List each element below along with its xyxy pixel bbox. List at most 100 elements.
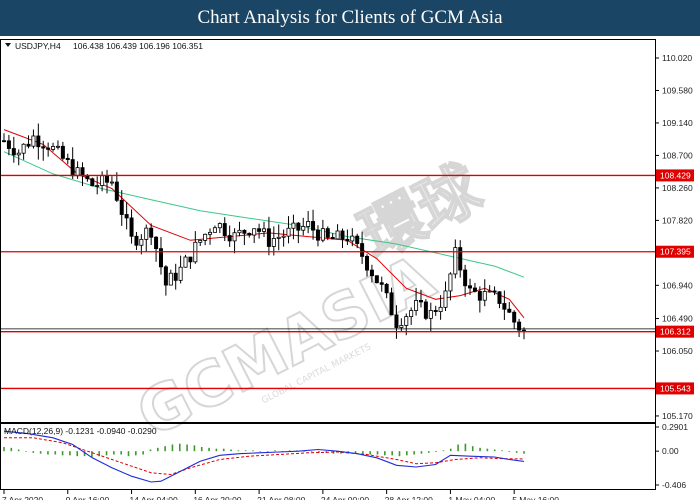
- macd-histogram-bar: [222, 448, 225, 452]
- candle-body: [330, 237, 335, 240]
- time-axis: 7 Apr 2020 9 Apr 16:00 14 Apr 04:00 16 Apr …: [2, 490, 559, 500]
- candle-body: [296, 222, 301, 231]
- candle-body: [85, 175, 90, 180]
- candle-body: [350, 235, 355, 242]
- macd-histogram-bar: [76, 451, 79, 457]
- macd-histogram-bar: [274, 450, 276, 452]
- candle-body: [325, 228, 330, 238]
- candle-body: [208, 231, 213, 235]
- candle-body: [149, 227, 154, 238]
- candle-body: [129, 217, 134, 237]
- macd-histogram-bar: [266, 451, 269, 452]
- candle-body: [502, 303, 507, 310]
- macd-histogram-bar: [442, 450, 445, 452]
- candle-body: [46, 147, 51, 150]
- time-tick-label: 9 Apr 16:00: [66, 495, 110, 500]
- time-tick-label: 1 May 04:00: [448, 495, 495, 500]
- candle-body: [75, 167, 80, 177]
- macd-histogram-bar: [420, 451, 423, 454]
- macd-histogram-bar: [515, 451, 518, 453]
- macd-histogram-bar: [171, 444, 174, 452]
- price-tick-label: 108.700: [662, 150, 693, 160]
- macd-histogram-bar: [32, 451, 35, 453]
- candle-body: [487, 290, 492, 293]
- macd-histogram-bar: [384, 451, 386, 456]
- macd-indicator: [3, 430, 525, 483]
- candle-body: [173, 272, 178, 281]
- price-axis: 110.020 109.580 109.140 108.700 108.260 107.8…: [655, 53, 693, 421]
- macd-histogram-bar: [435, 451, 437, 453]
- candle-body: [90, 178, 95, 187]
- candle-body: [163, 266, 168, 286]
- candle-body: [497, 291, 502, 304]
- candle-body: [168, 272, 173, 286]
- candle-body: [261, 228, 266, 232]
- candle-body: [271, 238, 276, 247]
- candle-body: [512, 311, 517, 323]
- price-tick-label: 108.260: [662, 183, 693, 193]
- collapse-triangle-icon[interactable]: [5, 43, 11, 47]
- candle-body: [423, 301, 428, 319]
- candle-body: [394, 314, 399, 328]
- candle-body: [374, 275, 379, 284]
- candle-body: [70, 159, 75, 177]
- candle-body: [60, 145, 65, 159]
- candle-body: [492, 290, 497, 293]
- candle-body: [355, 235, 360, 244]
- macd-histogram-bar: [69, 451, 71, 456]
- price-tick-label: 109.580: [662, 85, 693, 95]
- candle-body: [154, 236, 159, 250]
- macd-histogram-bar: [406, 451, 408, 456]
- macd-histogram-bar: [39, 451, 42, 454]
- candle-body: [114, 181, 119, 201]
- macd-histogram-bar: [208, 447, 210, 452]
- candle-body: [100, 175, 105, 186]
- macd-histogram-bar: [310, 451, 313, 452]
- candle-body: [463, 269, 468, 287]
- candle-body: [11, 148, 16, 156]
- level-tag-label: 107.395: [660, 247, 691, 257]
- candle-body: [36, 135, 41, 148]
- candle-body: [242, 229, 247, 234]
- candle-body: [482, 291, 487, 301]
- candle-body: [468, 285, 473, 289]
- time-tick-label: 28 Apr 12:00: [385, 495, 433, 500]
- candle-body: [247, 232, 252, 236]
- macd-histogram-bar: [186, 444, 188, 452]
- macd-tick-label: -0.406: [662, 480, 686, 490]
- gcm-asia-watermark: GCMASIA 環球 GLOBAL CAPITAL MARKETS: [125, 150, 495, 453]
- macd-histogram-bar: [54, 451, 57, 455]
- watermark-main: GCMASIA: [126, 240, 446, 451]
- level-tag-label: 108.429: [660, 170, 691, 180]
- candle-body: [198, 239, 203, 243]
- macd-histogram-bar: [486, 448, 489, 452]
- candle-body: [80, 167, 85, 177]
- candle-body: [31, 135, 36, 147]
- macd-histogram-bar: [91, 451, 93, 458]
- candle-body: [109, 181, 114, 184]
- price-ohlc-values: 106.438 106.439 106.196 106.351: [73, 41, 203, 51]
- candle-body: [438, 306, 443, 312]
- candle-body: [320, 228, 325, 241]
- candle-body: [448, 273, 453, 292]
- candle-body: [472, 287, 477, 292]
- candle-body: [507, 308, 512, 313]
- macd-histogram-bar: [508, 451, 511, 453]
- candle-body: [428, 310, 433, 319]
- macd-histogram-bar: [10, 447, 13, 452]
- candle-body: [477, 290, 482, 301]
- macd-histogram-bar: [523, 451, 525, 454]
- time-tick-label: 16 Apr 20:00: [193, 495, 241, 500]
- macd-histogram-bar: [164, 446, 166, 452]
- candle-body: [266, 228, 271, 247]
- candle-body: [276, 236, 281, 239]
- candle-body: [2, 140, 7, 143]
- macd-histogram-bar: [493, 449, 496, 452]
- macd-histogram-bar: [449, 448, 452, 452]
- candle-body: [26, 143, 31, 147]
- candle-body: [360, 243, 365, 257]
- candle-body: [16, 152, 21, 156]
- candle-body: [188, 256, 193, 263]
- price-symbol-label: USDJPY,H4: [15, 41, 61, 51]
- macd-histogram-bar: [391, 451, 393, 456]
